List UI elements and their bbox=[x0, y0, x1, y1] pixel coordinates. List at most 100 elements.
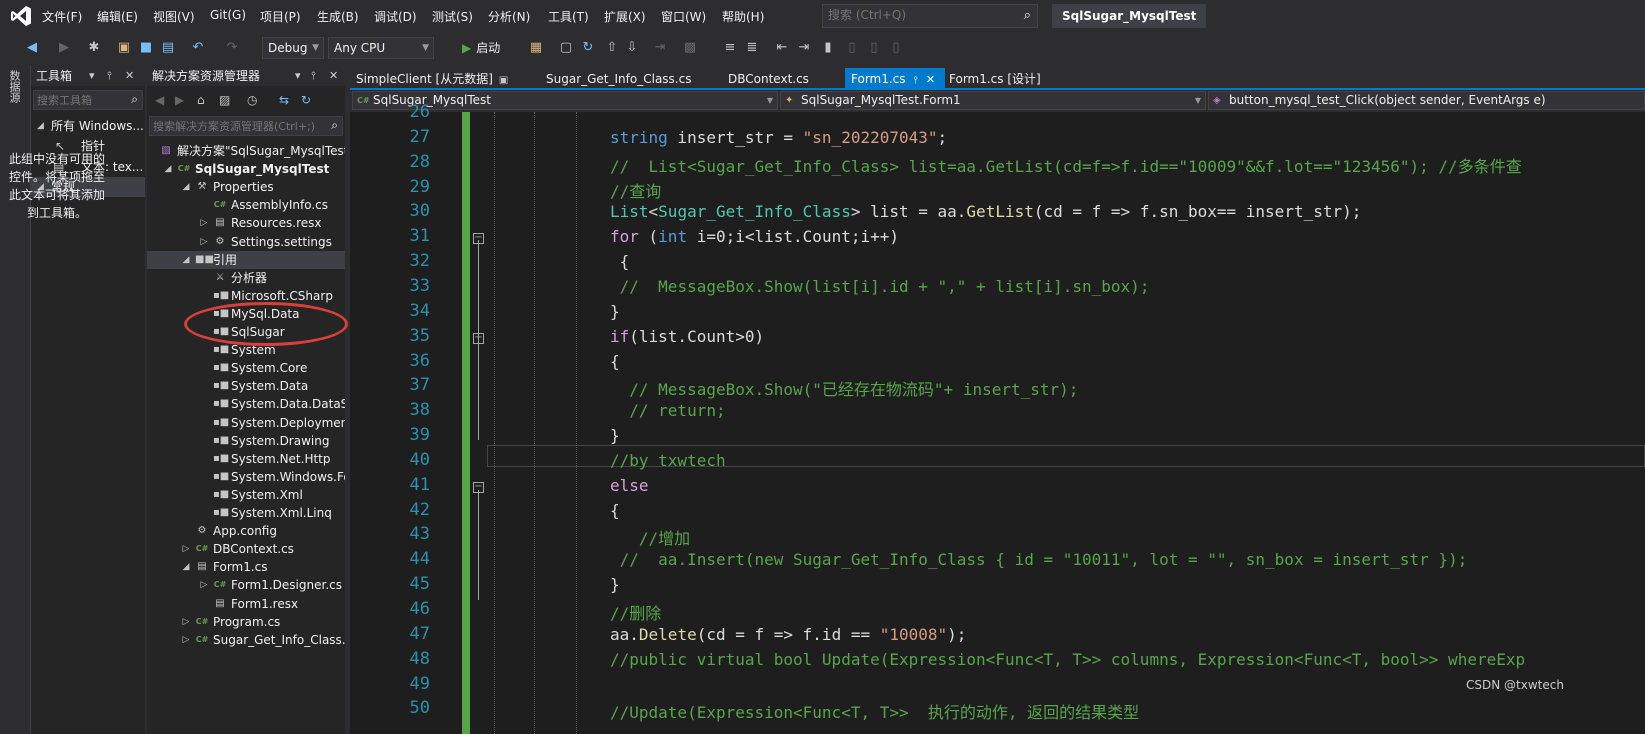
tab-sugar-get-info-class[interactable]: Sugar_Get_Info_Class.cs bbox=[540, 68, 716, 90]
back-icon[interactable]: ◀ bbox=[155, 93, 164, 107]
expand-arrow-icon[interactable]: ▷ bbox=[181, 631, 191, 649]
tab-simpleclient[interactable]: SimpleClient [从元数据] ▣ bbox=[350, 68, 536, 90]
tree-item[interactable]: ◢ ■■ 引用 bbox=[147, 250, 345, 269]
tree-item[interactable]: ▤ Form1.resx bbox=[147, 595, 345, 613]
tree-item[interactable]: ▷ ▤ Resources.resx bbox=[147, 214, 345, 232]
solution-explorer-search-input[interactable] bbox=[150, 117, 320, 135]
tree-item[interactable]: ▷ C# Sugar_Get_Info_Class.cs bbox=[147, 631, 345, 649]
tree-item[interactable]: ▪■ System.Deployment bbox=[147, 414, 345, 432]
collapse-arrow-icon[interactable]: ◢ bbox=[181, 558, 191, 576]
pin-icon[interactable]: ⫯ bbox=[311, 66, 316, 86]
navigate-forward-icon[interactable]: ▶ bbox=[56, 40, 72, 56]
tree-item[interactable]: ▪■ System.Core bbox=[147, 359, 345, 377]
layout-icon[interactable]: ▩ bbox=[682, 40, 698, 56]
start-button[interactable]: ▶ 启动 bbox=[462, 38, 500, 58]
forward-icon[interactable]: ▶ bbox=[175, 93, 184, 107]
new-item-icon[interactable]: ✱ bbox=[86, 40, 102, 56]
search-icon[interactable]: ⌕ bbox=[331, 118, 338, 133]
expand-arrow-icon[interactable]: ▷ bbox=[199, 576, 209, 594]
tree-item[interactable]: ◢ ▤ Form1.cs bbox=[147, 558, 345, 576]
search-icon[interactable]: ⌕ bbox=[1024, 8, 1031, 23]
pin-icon[interactable]: ⫯ bbox=[107, 66, 112, 86]
tree-item[interactable]: ▪■ SqlSugar bbox=[147, 323, 345, 341]
menu-git[interactable]: Git(G) bbox=[210, 8, 246, 22]
code-line[interactable]: //by txwtech bbox=[610, 451, 726, 470]
tree-item[interactable]: ▷ C# DBContext.cs bbox=[147, 540, 345, 558]
chevron-down-icon[interactable]: ▾ bbox=[295, 66, 301, 86]
toolbox-group-all-windows[interactable]: ◢ 所有 Windows... bbox=[31, 116, 145, 136]
collapse-arrow-icon[interactable]: ◢ bbox=[163, 160, 173, 178]
toolbox-search-input[interactable] bbox=[34, 91, 127, 109]
refresh-icon[interactable]: ↻ bbox=[580, 40, 596, 56]
tab-form1-design[interactable]: Form1.cs [设计] bbox=[943, 68, 1069, 90]
tree-item[interactable]: ▪■ System.Drawing bbox=[147, 432, 345, 450]
code-line[interactable]: // aa.Insert(new Sugar_Get_Info_Class { … bbox=[610, 550, 1468, 569]
menu-test[interactable]: 测试(S) bbox=[432, 8, 473, 25]
undo-icon[interactable]: ↶ bbox=[190, 40, 206, 56]
tree-item[interactable]: ▷ C# Form1.Designer.cs bbox=[147, 576, 345, 594]
tree-item[interactable]: ▪■ MySql.Data bbox=[147, 305, 345, 323]
code-line[interactable]: //增加 bbox=[610, 525, 690, 549]
pending-changes-icon[interactable]: ◷ bbox=[247, 93, 257, 107]
close-icon[interactable]: ✕ bbox=[329, 66, 338, 86]
tree-item[interactable]: ▪■ System.Data bbox=[147, 377, 345, 395]
expand-arrow-icon[interactable]: ▷ bbox=[181, 540, 191, 558]
tree-item[interactable]: ▪■ Microsoft.CSharp bbox=[147, 287, 345, 305]
tab-dbcontext[interactable]: DBContext.cs bbox=[722, 68, 838, 90]
tree-item[interactable]: ⚙ App.config bbox=[147, 522, 345, 540]
collapse-arrow-icon[interactable]: ◢ bbox=[181, 178, 191, 196]
menu-build[interactable]: 生成(B) bbox=[317, 8, 359, 25]
tree-item[interactable]: ▪■System.Data.DataSetExtensions bbox=[147, 395, 345, 413]
search-icon[interactable]: ⌕ bbox=[131, 92, 138, 107]
deploy-icon[interactable]: ⇩ bbox=[624, 40, 640, 56]
menu-project[interactable]: 项目(P) bbox=[260, 8, 301, 25]
tree-item[interactable]: ▪■ System bbox=[147, 341, 345, 359]
tab-form1-cs[interactable]: Form1.cs ⫯ ✕ bbox=[845, 68, 945, 90]
indent-icon[interactable]: ⇤ bbox=[774, 40, 790, 56]
code-line[interactable]: else bbox=[610, 476, 649, 495]
save-all-icon[interactable]: ▤ bbox=[160, 40, 176, 56]
tree-item[interactable]: ◢ ⚒ Properties bbox=[147, 178, 345, 196]
pin-icon[interactable]: ⫯ bbox=[914, 75, 918, 86]
menu-window[interactable]: 窗口(W) bbox=[661, 8, 706, 25]
publish-icon[interactable]: ⇧ bbox=[604, 40, 620, 56]
outdent-icon[interactable]: ⇥ bbox=[796, 40, 812, 56]
menu-file[interactable]: 文件(F) bbox=[42, 8, 82, 25]
tree-item[interactable]: ▪■ System.Net.Http bbox=[147, 450, 345, 468]
code-line[interactable]: // MessageBox.Show(list[i].id + "," + li… bbox=[610, 277, 1150, 296]
code-line[interactable]: // MessageBox.Show("已经存在物流码"+ insert_str… bbox=[610, 376, 1078, 400]
tree-item[interactable]: ▷ C# Program.cs bbox=[147, 613, 345, 631]
menu-debug[interactable]: 调试(D) bbox=[374, 8, 417, 25]
code-line[interactable]: aa.Delete(cd = f => f.id == "10008"); bbox=[610, 625, 966, 644]
member-dropdown[interactable]: ◈ button_mysql_test_Click(object sender,… bbox=[1208, 91, 1645, 110]
platform-select[interactable]: Any CPU ▼ bbox=[328, 37, 434, 59]
tree-item[interactable]: ◢ C# SqlSugar_MysqlTest bbox=[147, 160, 345, 178]
find-in-files-icon[interactable]: ▦ bbox=[528, 40, 544, 56]
tree-item[interactable]: ⚔ 分析器 bbox=[147, 269, 345, 287]
toolbox-search[interactable]: ⌕ bbox=[33, 90, 143, 110]
code-line[interactable]: for (int i=0;i<list.Count;i++) bbox=[610, 227, 899, 246]
code-line[interactable]: //删除 bbox=[610, 600, 661, 624]
menu-extensions[interactable]: 扩展(X) bbox=[604, 8, 646, 25]
code-line[interactable]: } bbox=[610, 575, 620, 594]
tree-item[interactable]: C# AssemblyInfo.cs bbox=[147, 196, 345, 214]
visual-studio-logo-icon[interactable] bbox=[10, 5, 32, 27]
switch-views-icon[interactable]: ▨ bbox=[219, 93, 230, 107]
collapse-arrow-icon[interactable]: ◢ bbox=[37, 116, 44, 136]
expand-arrow-icon[interactable]: ▷ bbox=[199, 233, 209, 251]
menu-tools[interactable]: 工具(T) bbox=[548, 8, 589, 25]
code-line[interactable]: // List<Sugar_Get_Info_Class> list=aa.Ge… bbox=[610, 153, 1522, 177]
tree-item[interactable]: ▪■System.Windows.Forms bbox=[147, 468, 345, 486]
bookmark-icon[interactable]: ▮ bbox=[820, 40, 836, 56]
close-icon[interactable]: ✕ bbox=[926, 73, 935, 86]
bookmark-prev-icon[interactable]: ▯ bbox=[844, 40, 860, 56]
menu-view[interactable]: 视图(V) bbox=[153, 8, 195, 25]
bookmark-clear-icon[interactable]: ▯ bbox=[888, 40, 904, 56]
quick-search[interactable]: ⌕ bbox=[822, 4, 1038, 28]
solution-explorer-search[interactable]: ⌕ bbox=[149, 116, 343, 136]
tree-item[interactable]: ▪■ System.Xml bbox=[147, 486, 345, 504]
step-icon[interactable]: ⇥ bbox=[652, 40, 668, 56]
code-line[interactable]: } bbox=[610, 302, 620, 321]
open-folder-icon[interactable]: ▣ bbox=[116, 40, 132, 56]
bookmark-next-icon[interactable]: ▯ bbox=[866, 40, 882, 56]
